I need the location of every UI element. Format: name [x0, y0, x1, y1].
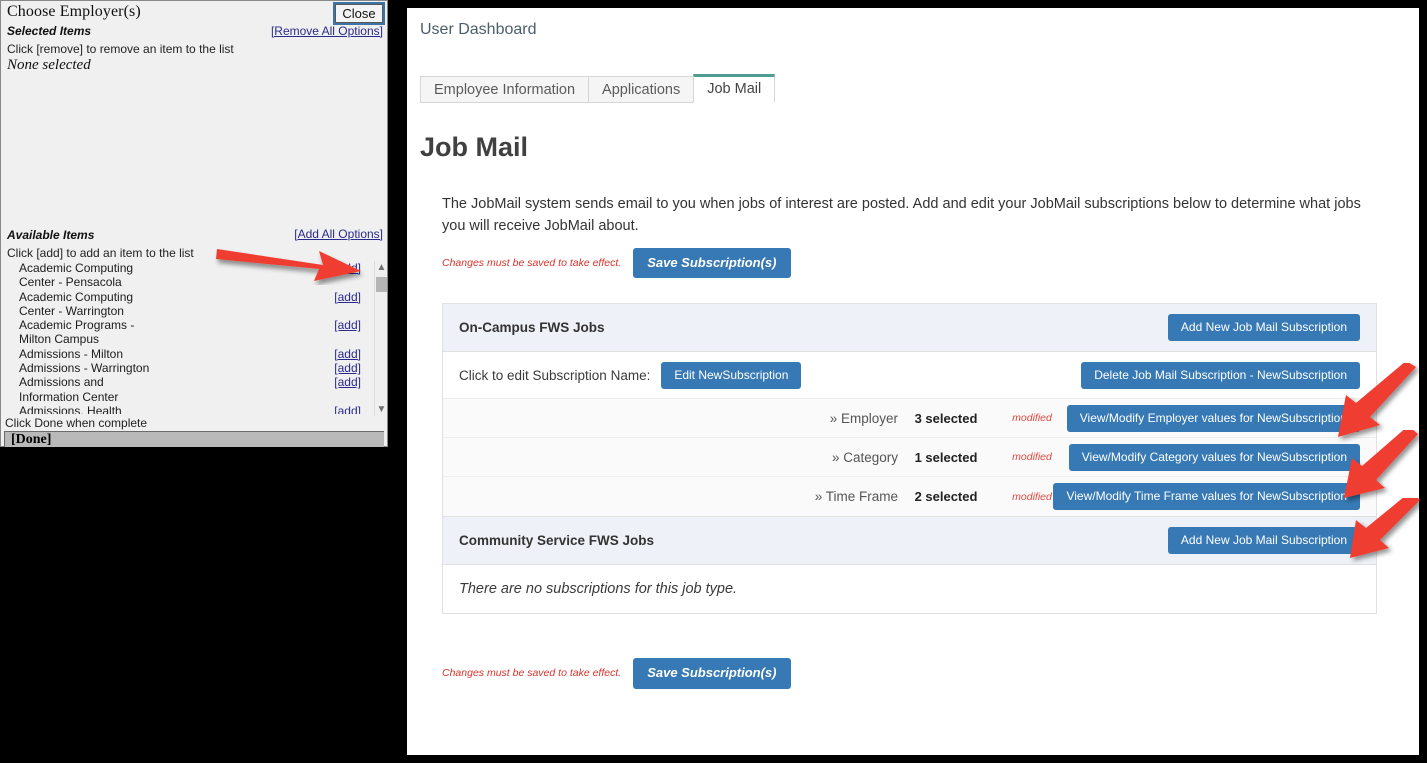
list-item-label: Academic Computing — [19, 290, 133, 304]
list-item-label: Admissions, Health — [19, 404, 122, 414]
list-item-label: Academic Programs - — [19, 318, 134, 332]
view-modify-time-frame-button[interactable]: View/Modify Time Frame values for NewSub… — [1053, 483, 1360, 510]
add-hint-text: Click [add] to add an item to the list — [7, 246, 194, 260]
user-dashboard-panel: User Dashboard Employee Information Appl… — [407, 8, 1419, 755]
add-link[interactable]: [add] — [334, 318, 361, 332]
section-heading: Job Mail — [420, 132, 528, 163]
list-item-label: Admissions and — [19, 375, 104, 389]
list-item-continuation: Milton Campus — [3, 332, 373, 346]
value-row-label: » Time Frame — [812, 489, 898, 504]
add-link[interactable]: [add] — [334, 290, 361, 304]
list-item[interactable]: Admissions - Warrington [add] — [3, 361, 373, 375]
value-row-button-wrap: View/Modify Category values for NewSubsc… — [1070, 444, 1360, 471]
list-item-label: Admissions - Milton — [19, 347, 123, 361]
list-item[interactable]: Admissions and [add] — [3, 375, 373, 389]
save-subscriptions-button-bottom[interactable]: Save Subscription(s) — [633, 658, 790, 688]
panel-header: On-Campus FWS Jobs Add New Job Mail Subs… — [443, 304, 1376, 352]
list-item-label-line2: Center - Pensacola — [19, 275, 122, 289]
choose-employers-dialog: Choose Employer(s) Close Selected Items … — [0, 0, 393, 452]
value-row-time-frame: » Time Frame 2 selected modified View/Mo… — [443, 477, 1376, 516]
value-row-count: 1 selected — [898, 450, 994, 465]
intro-description: The JobMail system sends email to you wh… — [442, 193, 1387, 238]
selected-items-header: Selected Items — [7, 24, 91, 38]
view-modify-employer-button[interactable]: View/Modify Employer values for NewSubsc… — [1067, 405, 1360, 432]
available-items-header: Available Items — [7, 228, 94, 242]
list-item-label-line2: Center - Warrington — [19, 304, 124, 318]
chevron-down-icon[interactable]: ▼ — [375, 403, 388, 416]
done-hint-text: Click Done when complete — [5, 416, 147, 430]
value-row-button-wrap: View/Modify Employer values for NewSubsc… — [1070, 405, 1360, 432]
tab-job-mail[interactable]: Job Mail — [693, 74, 775, 103]
list-item-continuation: Center - Pensacola — [3, 275, 373, 289]
value-row-employer: » Employer 3 selected modified View/Modi… — [443, 399, 1376, 438]
list-item[interactable]: Academic Computing [add] — [3, 261, 373, 275]
panel-title: Community Service FWS Jobs — [459, 533, 654, 548]
add-link[interactable]: [add] — [334, 375, 361, 389]
list-item[interactable]: Academic Programs - [add] — [3, 318, 373, 332]
page-title: User Dashboard — [420, 21, 537, 39]
list-item-label-line2: Milton Campus — [19, 332, 99, 346]
chevron-up-icon[interactable]: ▲ — [375, 261, 388, 274]
value-row-label: » Employer — [812, 411, 898, 426]
list-scrollbar[interactable]: ▲ ▼ — [374, 261, 387, 416]
tab-bar: Employee Information Applications Job Ma… — [420, 74, 774, 103]
dialog-inner-frame: Choose Employer(s) Close Selected Items … — [0, 0, 388, 447]
value-row-category: » Category 1 selected modified View/Modi… — [443, 438, 1376, 477]
add-new-job-mail-subscription-button[interactable]: Add New Job Mail Subscription — [1168, 314, 1360, 341]
value-row-label: » Category — [812, 450, 898, 465]
tab-employee-information[interactable]: Employee Information — [420, 76, 589, 103]
subscription-edit-row: Click to edit Subscription Name: Edit Ne… — [443, 352, 1376, 399]
available-items-list[interactable]: Academic Computing [add] Center - Pensac… — [3, 261, 373, 414]
changes-note-top: Changes must be saved to take effect. — [442, 257, 621, 269]
value-row-status-badge: modified — [994, 451, 1070, 463]
none-selected-text: None selected — [7, 57, 91, 74]
value-row-count: 3 selected — [898, 411, 994, 426]
add-link[interactable]: [add] — [334, 361, 361, 375]
list-item-continuation: Information Center — [3, 390, 373, 404]
value-row-status-badge: modified — [994, 412, 1070, 424]
panel-title: On-Campus FWS Jobs — [459, 320, 605, 335]
delete-subscription-button[interactable]: Delete Job Mail Subscription - NewSubscr… — [1081, 362, 1360, 389]
panel-community-service-fws-jobs: Community Service FWS Jobs Add New Job M… — [442, 517, 1377, 614]
list-item[interactable]: Admissions, Health [add] — [3, 404, 373, 414]
list-item-continuation: Center - Warrington — [3, 304, 373, 318]
job-mail-content: The JobMail system sends email to you wh… — [433, 193, 1398, 689]
edit-group: Click to edit Subscription Name: Edit Ne… — [459, 362, 801, 389]
empty-subscriptions-message: There are no subscriptions for this job … — [443, 565, 1376, 613]
save-subscriptions-button-top[interactable]: Save Subscription(s) — [633, 248, 790, 278]
top-save-bar: Changes must be saved to take effect. Sa… — [442, 248, 1398, 278]
bottom-save-bar: Changes must be saved to take effect. Sa… — [442, 658, 1398, 688]
dialog-title: Choose Employer(s) — [7, 3, 141, 21]
add-link[interactable]: [add] — [334, 347, 361, 361]
close-button[interactable]: Close — [335, 4, 383, 23]
add-all-options-link[interactable]: [Add All Options] — [294, 227, 383, 241]
panel-on-campus-fws-jobs: On-Campus FWS Jobs Add New Job Mail Subs… — [442, 303, 1377, 517]
remove-all-options-link[interactable]: [Remove All Options] — [271, 24, 383, 38]
list-item-label-line2: Information Center — [19, 390, 118, 404]
add-link[interactable]: [add] — [334, 404, 361, 414]
changes-note-bottom: Changes must be saved to take effect. — [442, 667, 621, 679]
selected-items-pane — [3, 77, 386, 221]
edit-subscription-name-label: Click to edit Subscription Name: — [459, 368, 650, 383]
tab-applications[interactable]: Applications — [588, 76, 694, 103]
add-link[interactable]: [add] — [334, 261, 361, 275]
add-new-job-mail-subscription-button[interactable]: Add New Job Mail Subscription — [1168, 527, 1360, 554]
panel-header: Community Service FWS Jobs Add New Job M… — [443, 517, 1376, 565]
view-modify-category-button[interactable]: View/Modify Category values for NewSubsc… — [1069, 444, 1360, 471]
value-row-button-wrap: View/Modify Time Frame values for NewSub… — [1070, 483, 1360, 510]
list-item-label: Admissions - Warrington — [19, 361, 149, 375]
scrollbar-thumb[interactable] — [376, 277, 387, 292]
done-button[interactable]: [Done] — [4, 431, 384, 447]
value-row-count: 2 selected — [898, 489, 994, 504]
edit-subscription-button[interactable]: Edit NewSubscription — [661, 362, 801, 389]
list-item[interactable]: Academic Computing [add] — [3, 290, 373, 304]
list-item[interactable]: Admissions - Milton [add] — [3, 347, 373, 361]
list-item-label: Academic Computing — [19, 261, 133, 275]
remove-hint-text: Click [remove] to remove an item to the … — [7, 42, 234, 56]
